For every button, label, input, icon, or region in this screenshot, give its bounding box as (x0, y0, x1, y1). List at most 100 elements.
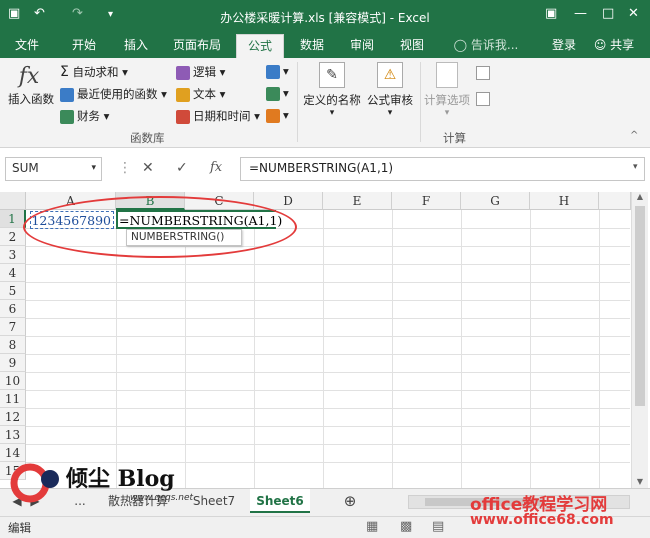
sigma-icon: Σ (60, 64, 69, 80)
recent-functions-button[interactable]: 最近使用的函数 ▾ (60, 86, 167, 102)
tell-me-search[interactable]: ◯ 告诉我... (446, 34, 526, 58)
ribbon-tabs: 文件 开始 插入 页面布局 公式 数据 审阅 视图 ◯ 告诉我... 登录 ☺ … (0, 34, 650, 58)
star-book-icon (60, 87, 74, 102)
scroll-thumb[interactable] (635, 206, 645, 406)
row-header-9[interactable]: 9 (0, 354, 26, 372)
insert-function-button[interactable]: fx 插入函数 (8, 64, 54, 107)
defined-names-button[interactable]: ✎ 定义的名称 ▾ (302, 62, 362, 118)
minimize-icon[interactable]: — (574, 6, 587, 21)
row-header-6[interactable]: 6 (0, 300, 26, 318)
autosum-label: 自动求和 (72, 65, 119, 79)
gridline (254, 210, 255, 488)
gridline (26, 354, 630, 355)
datetime-book-icon (176, 109, 190, 124)
gridline (599, 210, 600, 488)
gridline (26, 372, 630, 373)
datetime-button[interactable]: 日期和时间 ▾ (176, 108, 260, 124)
tab-review[interactable]: 审阅 (340, 34, 384, 58)
tab-home[interactable]: 开始 (62, 34, 106, 58)
calc-options-button[interactable]: 计算选项 ▾ (422, 62, 472, 118)
scroll-up-icon[interactable]: ▲ (632, 192, 648, 201)
text-label: 文本 (193, 87, 216, 101)
group-label-function-library: 函数库 (130, 131, 165, 145)
column-header-f[interactable]: F (392, 192, 461, 210)
highlight-ellipse (23, 196, 297, 258)
row-header-5[interactable]: 5 (0, 282, 26, 300)
insert-function-icon[interactable]: fx (210, 160, 222, 175)
tab-data[interactable]: 数据 (290, 34, 334, 58)
close-icon[interactable]: ✕ (628, 6, 639, 21)
more-book-icon (266, 108, 280, 123)
row-header-12[interactable]: 12 (0, 408, 26, 426)
row-header-8[interactable]: 8 (0, 336, 26, 354)
tab-page-layout[interactable]: 页面布局 (168, 34, 226, 58)
tab-view[interactable]: 视图 (390, 34, 434, 58)
row-header-13[interactable]: 13 (0, 426, 26, 444)
more-options-icon: ⋮ (118, 160, 132, 176)
text-button[interactable]: 文本 ▾ (176, 86, 225, 102)
row-header-11[interactable]: 11 (0, 390, 26, 408)
scroll-down-icon[interactable]: ▼ (632, 477, 648, 486)
name-box[interactable]: SUM ▾ (5, 157, 102, 181)
sheet-tab-sheet6[interactable]: Sheet6 (250, 489, 310, 513)
group-label-calculation: 计算 (443, 131, 466, 145)
cancel-icon[interactable]: ✕ (142, 160, 154, 176)
column-header-g[interactable]: G (461, 192, 530, 210)
gridline (26, 390, 630, 391)
maximize-icon[interactable]: □ (602, 6, 614, 21)
insert-function-label: 插入函数 (8, 92, 54, 106)
autosum-button[interactable]: Σ 自动求和 ▾ (60, 64, 128, 80)
page-break-view-icon[interactable]: ▤ (432, 519, 444, 534)
blog-logo-icon (10, 463, 59, 503)
row-header-7[interactable]: 7 (0, 318, 26, 336)
blog-url: www.qcqs.net (130, 493, 194, 503)
ribbon-separator (297, 62, 298, 142)
chevron-down-icon: ▾ (91, 163, 96, 173)
lookup-button[interactable]: ▾ (266, 64, 289, 79)
share-button[interactable]: ☺ 共享 (588, 34, 640, 58)
row-header-10[interactable]: 10 (0, 372, 26, 390)
status-mode: 编辑 (8, 521, 31, 535)
formula-bar: SUM ▾ ⋮ ✕ ✓ fx =NUMBERSTRING(A1,1) ▾ (0, 148, 650, 190)
gridline (530, 210, 531, 488)
ribbon-display-icon[interactable]: ▣ (545, 6, 557, 21)
chevron-down-icon: ▾ (444, 108, 450, 118)
gridline (26, 282, 630, 283)
login-link[interactable]: 登录 (544, 34, 584, 58)
normal-view-icon[interactable]: ▦ (366, 519, 378, 534)
formula-auditing-button[interactable]: ⚠ 公式审核 ▾ (364, 62, 416, 118)
column-header-i[interactable] (599, 192, 631, 210)
logical-book-icon (176, 65, 190, 80)
gridline (26, 300, 630, 301)
vertical-scrollbar[interactable]: ▲ ▼ (631, 192, 648, 488)
calculate-sheet-icon[interactable] (476, 92, 490, 106)
column-header-h[interactable]: H (530, 192, 599, 210)
financial-button[interactable]: 财务 ▾ (60, 108, 109, 124)
add-sheet-icon[interactable]: ⊕ (340, 489, 360, 513)
gridline (26, 336, 630, 337)
more-functions-button[interactable]: ▾ (266, 108, 289, 123)
tell-me-label: 告诉我... (470, 38, 519, 52)
gridline (323, 210, 324, 488)
column-header-e[interactable]: E (323, 192, 392, 210)
collapse-ribbon-icon[interactable]: ^ (630, 130, 638, 141)
calculate-now-icon[interactable] (476, 66, 490, 80)
tab-formulas[interactable]: 公式 (236, 34, 284, 58)
row-header-2[interactable]: 2 (0, 228, 26, 246)
defined-names-label: 定义的名称 (303, 93, 361, 107)
page-layout-view-icon[interactable]: ▩ (400, 519, 412, 534)
enter-icon[interactable]: ✓ (176, 160, 188, 176)
math-button[interactable]: ▾ (266, 86, 289, 101)
tab-insert[interactable]: 插入 (114, 34, 158, 58)
calc-options-label: 计算选项 (424, 93, 470, 107)
row-header-3[interactable]: 3 (0, 246, 26, 264)
select-all-corner[interactable] (0, 192, 26, 210)
math-book-icon (266, 86, 280, 101)
gridline (26, 408, 630, 409)
expand-formula-bar-icon[interactable]: ▾ (633, 162, 638, 172)
row-header-4[interactable]: 4 (0, 264, 26, 282)
tab-file[interactable]: 文件 (6, 34, 48, 58)
lookup-book-icon (266, 64, 280, 79)
formula-input[interactable]: =NUMBERSTRING(A1,1) (240, 157, 645, 181)
logical-button[interactable]: 逻辑 ▾ (176, 64, 225, 80)
